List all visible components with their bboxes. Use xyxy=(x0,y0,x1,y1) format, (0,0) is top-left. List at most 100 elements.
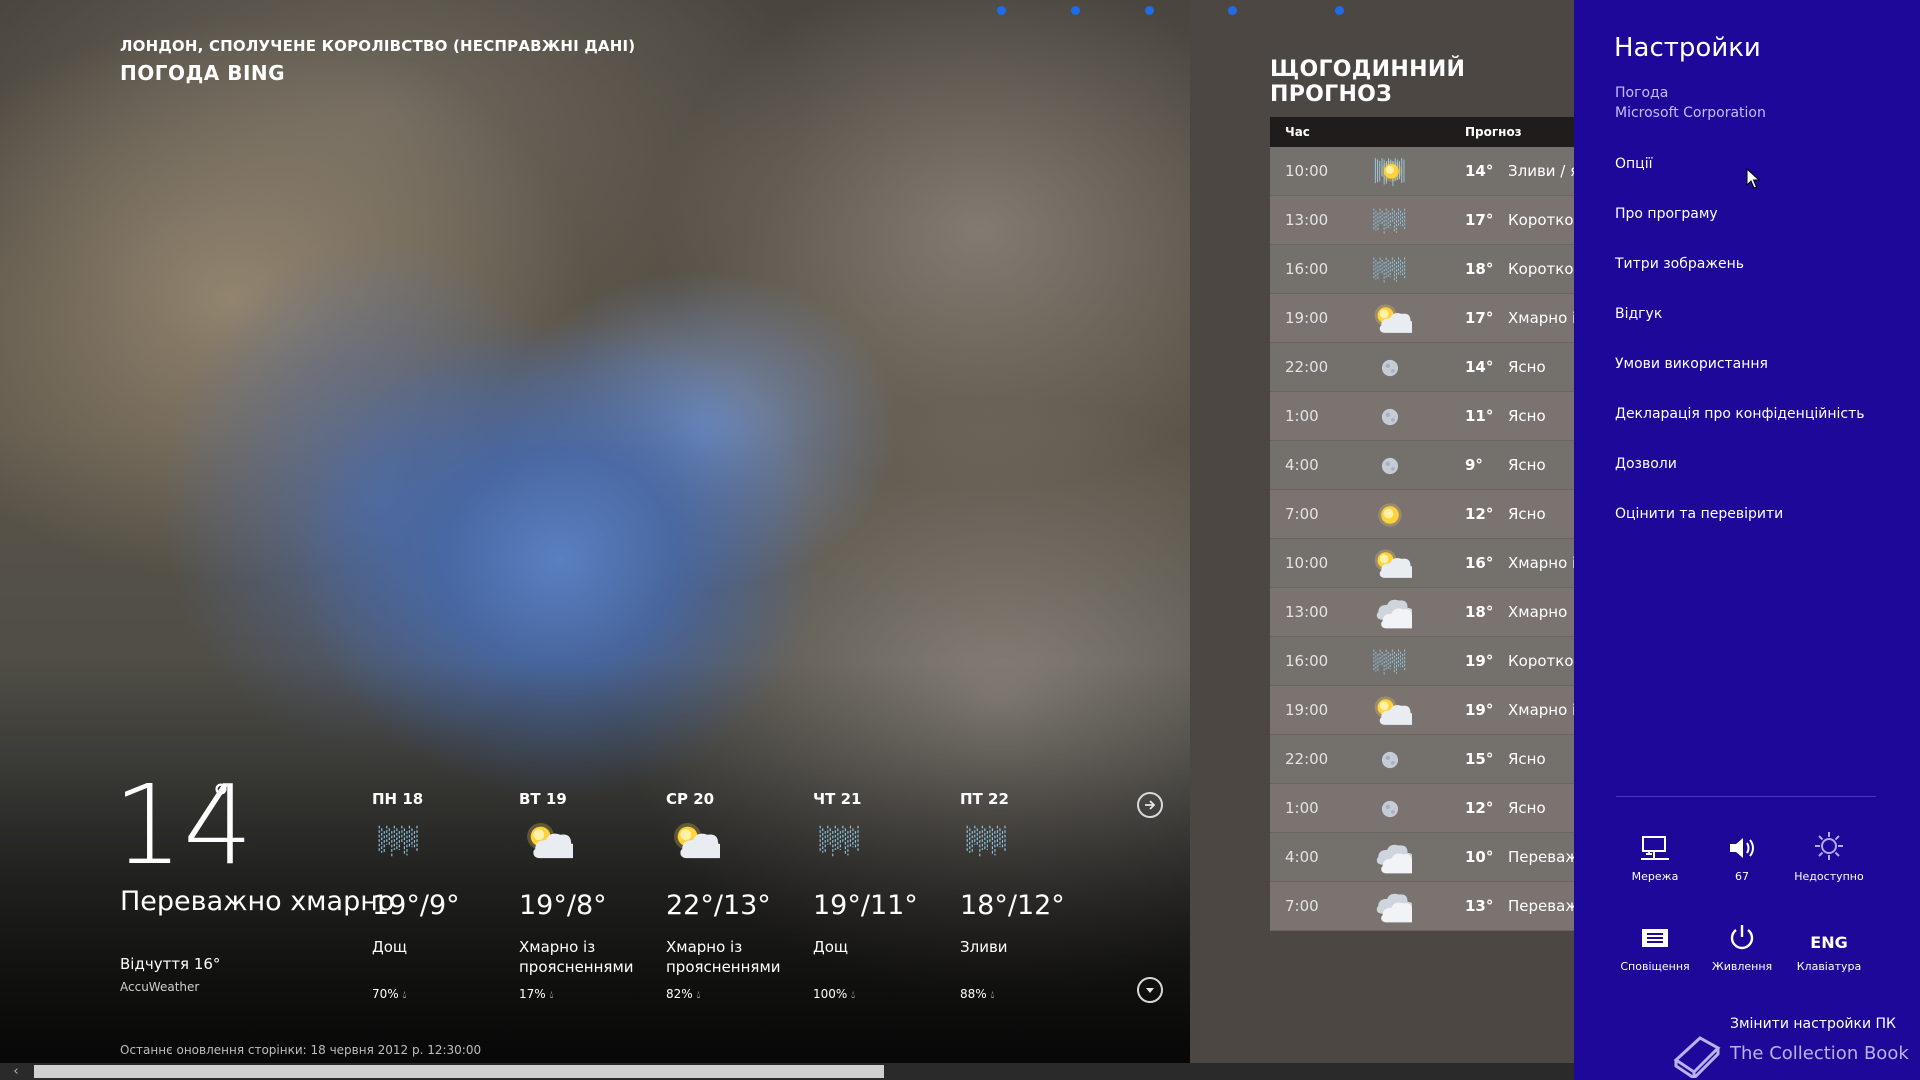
hour-condition: Хмарно із проясненнями xyxy=(1508,309,1574,327)
scrollbar-thumb[interactable] xyxy=(34,1065,884,1078)
hour-temperature: 18° xyxy=(1465,603,1494,621)
hour-time: 22:00 xyxy=(1285,358,1329,376)
menu-item-options[interactable]: Опції xyxy=(1615,156,1652,172)
loading-dot xyxy=(997,6,1006,15)
day-forecast[interactable]: ПН 18 19°/9° Дощ 70% 💧︎ xyxy=(372,790,512,1001)
hour-time: 10:00 xyxy=(1285,162,1329,180)
day-name: ПН 18 xyxy=(372,790,424,808)
hour-temperature: 12° xyxy=(1465,505,1494,523)
hour-time: 4:00 xyxy=(1285,456,1319,474)
day-forecast[interactable]: ВТ 19 19°/8° Хмарно із проясненнями 17% … xyxy=(519,790,659,1001)
location-label: ЛОНДОН, СПОЛУЧЕНЕ КОРОЛІВСТВО (НЕСПРАВЖН… xyxy=(120,37,636,55)
column-header-time: Час xyxy=(1285,125,1310,139)
rain-icon xyxy=(960,818,1020,868)
hourly-row: 16:00 19° Короткочасні зливи xyxy=(1270,637,1574,686)
hourly-row: 7:00 13° Переважно хмарно xyxy=(1270,882,1574,931)
power-label: Живлення xyxy=(1711,960,1773,973)
menu-item-feedback[interactable]: Відгук xyxy=(1615,306,1662,322)
keyboard-button[interactable]: ENG Клавіатура xyxy=(1784,916,1874,973)
hour-temperature: 17° xyxy=(1465,211,1494,229)
hourly-rows: 10:00 14° Зливи / ясно13:00 17° Короткоч… xyxy=(1270,147,1574,931)
day-condition: Дощ xyxy=(372,938,408,956)
precip-value: 82% xyxy=(666,987,693,1001)
book-icon xyxy=(1673,1036,1721,1078)
hourly-row: 10:00 14° Зливи / ясно xyxy=(1270,147,1574,196)
notifications-button[interactable]: Сповіщення xyxy=(1610,916,1700,973)
day-forecast[interactable]: СР 20 22°/13° Хмарно із проясненнями 82%… xyxy=(666,790,806,1001)
keyboard-icon: ENG xyxy=(1810,933,1848,952)
notifications-icon xyxy=(1642,929,1668,947)
current-temperature: 14 xyxy=(113,761,253,889)
hourly-row: 13:00 17° Короткочасні зливи xyxy=(1270,196,1574,245)
partly-cloudy-icon xyxy=(666,818,726,868)
day-name: СР 20 xyxy=(666,790,715,808)
current-degree: ° xyxy=(212,778,230,819)
raindrop-icon: 💧︎ xyxy=(990,990,995,1001)
day-name: ПТ 22 xyxy=(960,790,1009,808)
menu-item-terms-of-use[interactable]: Умови використання xyxy=(1615,356,1768,372)
scroll-left-arrow-icon[interactable]: ‹ xyxy=(2,1063,30,1080)
hour-condition: Ясно xyxy=(1508,750,1546,768)
notifications-label: Сповіщення xyxy=(1620,960,1690,973)
expand-details-button[interactable] xyxy=(1137,977,1163,1003)
hour-time: 22:00 xyxy=(1285,750,1329,768)
menu-item-privacy-statement[interactable]: Декларація про конфіденційність xyxy=(1615,406,1865,422)
menu-item-photo-credits[interactable]: Титри зображень xyxy=(1615,256,1744,272)
power-button[interactable]: Живлення xyxy=(1697,916,1787,973)
rain-icon xyxy=(813,818,873,868)
raindrop-icon: 💧︎ xyxy=(549,990,554,1001)
next-days-button[interactable] xyxy=(1137,792,1163,818)
app-title: ПОГОДА BING xyxy=(120,61,286,85)
rain-icon xyxy=(1368,251,1408,287)
menu-item-permissions[interactable]: Дозволи xyxy=(1615,456,1677,472)
day-precipitation: 70% 💧︎ xyxy=(372,987,512,1001)
hour-temperature: 9° xyxy=(1465,456,1483,474)
day-forecast[interactable]: ЧТ 21 19°/11° Дощ 100% 💧︎ xyxy=(813,790,953,1001)
settings-title: Настройки xyxy=(1614,33,1761,63)
hour-condition: Хмарно із проясненнями xyxy=(1508,701,1574,719)
volume-button[interactable]: 67 xyxy=(1697,826,1787,883)
horizontal-scrollbar[interactable]: ‹ xyxy=(0,1063,1574,1080)
precip-value: 100% xyxy=(813,987,848,1001)
change-pc-settings-link[interactable]: Змінити настройки ПК xyxy=(1730,1016,1896,1032)
hour-condition: Ясно xyxy=(1508,799,1546,817)
rain-icon xyxy=(1368,643,1408,679)
rain-icon xyxy=(372,818,432,868)
day-precipitation: 17% 💧︎ xyxy=(519,987,659,1001)
arrow-right-icon xyxy=(1145,800,1156,810)
hour-temperature: 19° xyxy=(1465,701,1494,719)
hourly-row: 16:00 18° Короткочасні зливи xyxy=(1270,245,1574,294)
moon-icon xyxy=(1368,349,1408,385)
menu-item-about[interactable]: Про програму xyxy=(1615,206,1718,222)
settings-divider xyxy=(1616,796,1876,797)
partly-cloudy-icon xyxy=(1368,545,1417,581)
day-forecast[interactable]: ПТ 22 18°/12° Зливи 88% 💧︎ xyxy=(960,790,1100,1001)
hourly-row: 7:00 12° Ясно xyxy=(1270,490,1574,539)
moon-icon xyxy=(1368,741,1408,777)
cloudy-icon xyxy=(1368,594,1418,630)
hour-time: 10:00 xyxy=(1285,554,1329,572)
raindrop-icon: 💧︎ xyxy=(696,990,701,1001)
hourly-row: 19:00 17° Хмарно із проясненнями xyxy=(1270,294,1574,343)
day-name: ЧТ 21 xyxy=(813,790,862,808)
hour-temperature: 10° xyxy=(1465,848,1494,866)
menu-item-rate-and-review[interactable]: Оцінити та перевірити xyxy=(1615,506,1783,522)
hour-time: 4:00 xyxy=(1285,848,1319,866)
volume-label: 67 xyxy=(1735,870,1749,883)
partly-cloudy-icon xyxy=(1368,300,1417,336)
mouse-cursor-icon xyxy=(1746,168,1760,189)
hour-time: 13:00 xyxy=(1285,211,1329,229)
hour-time: 19:00 xyxy=(1285,701,1329,719)
hourly-row: 19:00 19° Хмарно із проясненнями xyxy=(1270,686,1574,735)
hour-time: 1:00 xyxy=(1285,799,1319,817)
brightness-button[interactable]: Недоступно xyxy=(1784,826,1874,883)
raindrop-icon: 💧︎ xyxy=(851,990,856,1001)
brightness-label: Недоступно xyxy=(1794,870,1864,883)
settings-app-name: Погода xyxy=(1615,85,1669,101)
hourly-row: 4:00 10° Переважно хмарно xyxy=(1270,833,1574,882)
day-precipitation: 100% 💧︎ xyxy=(813,987,953,1001)
sun-shower-icon xyxy=(1368,153,1408,189)
hour-condition: Переважно хмарно xyxy=(1508,897,1574,915)
network-button[interactable]: Мережа xyxy=(1610,826,1700,883)
precip-value: 88% xyxy=(960,987,987,1001)
